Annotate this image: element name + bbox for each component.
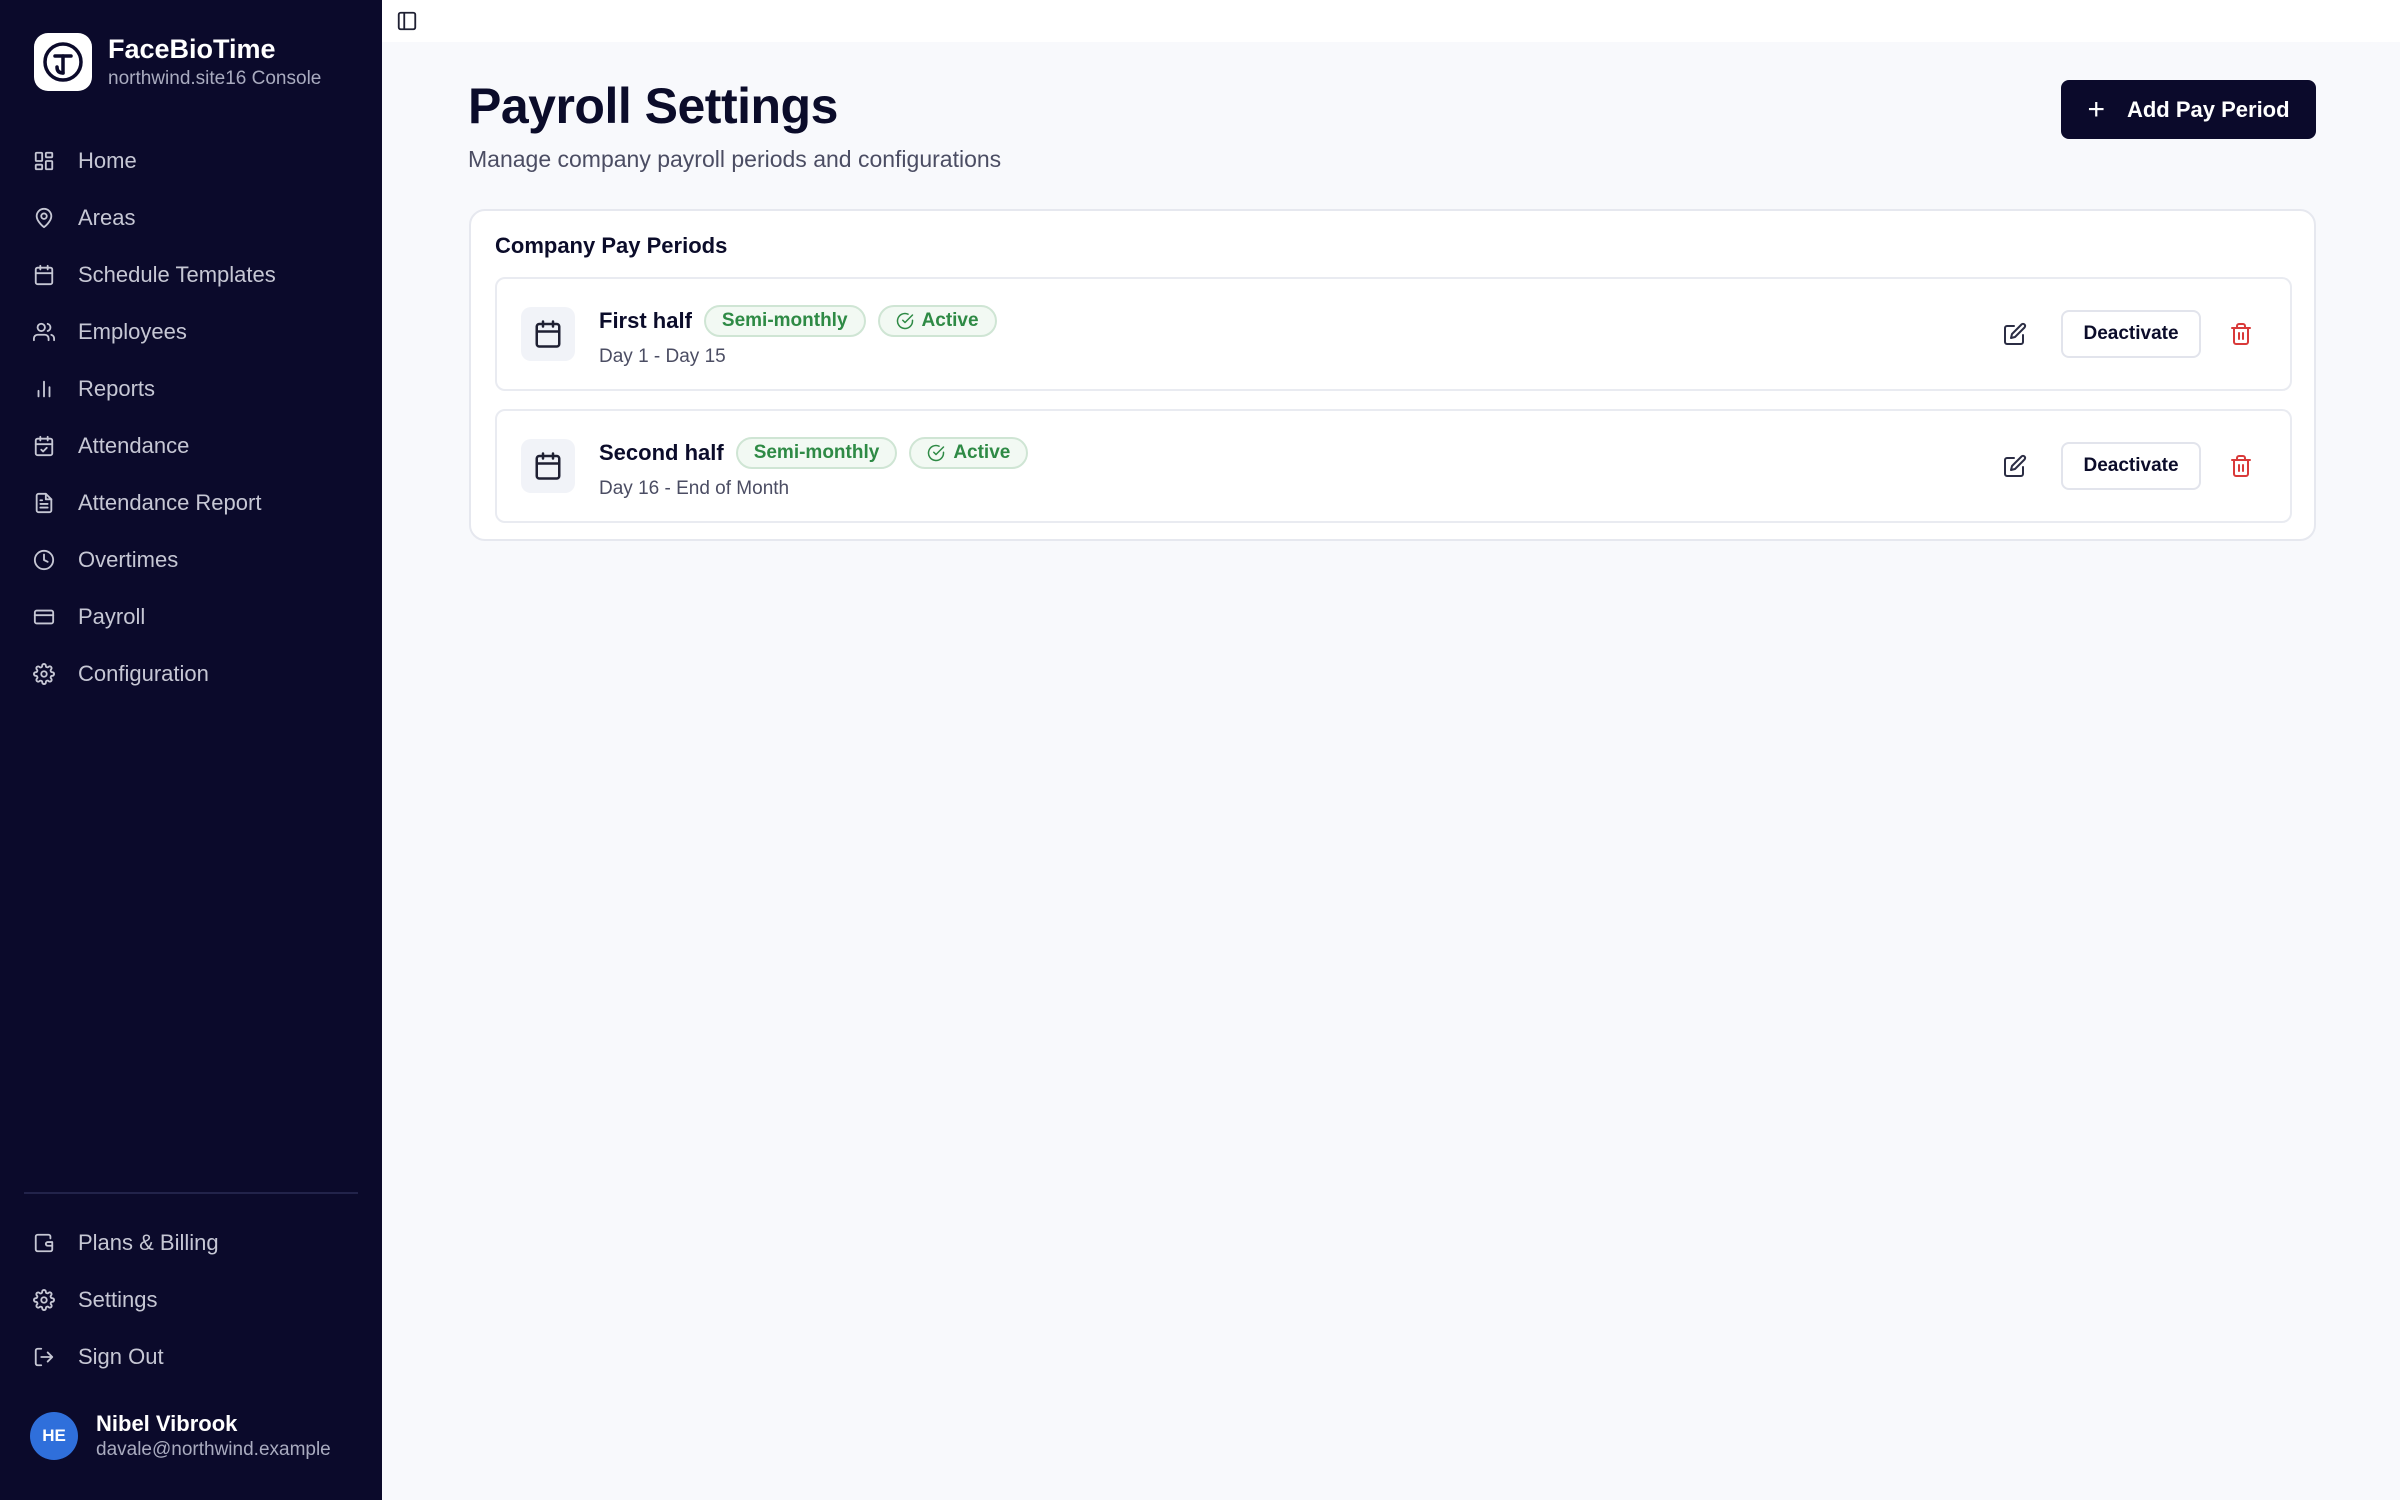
status-label: Active — [921, 310, 979, 331]
pay-period-name: Second half — [599, 440, 724, 465]
pay-period-name: First half — [599, 308, 692, 333]
status-label: Active — [953, 442, 1011, 463]
sidebar-item-settings[interactable]: Settings — [24, 1271, 358, 1328]
log-out-icon — [32, 1345, 56, 1369]
delete-button[interactable] — [2224, 449, 2258, 483]
sidebar-item-label: Attendance — [78, 432, 190, 458]
add-pay-period-label: Add Pay Period — [2126, 96, 2290, 122]
check-circle-icon — [927, 444, 945, 462]
pay-periods-card: Company Pay Periods First half Semi-mont… — [469, 209, 2316, 541]
deactivate-button[interactable]: Deactivate — [2061, 442, 2201, 490]
sidebar-item-label: Configuration — [78, 660, 209, 686]
sidebar-item-attendance-report[interactable]: Attendance Report — [24, 474, 358, 531]
credit-card-icon — [32, 605, 56, 629]
sidebar-item-reports[interactable]: Reports — [24, 360, 358, 417]
plus-icon: + — [2087, 92, 2105, 126]
sidebar-item-label: Sign Out — [78, 1343, 164, 1369]
user-email: davale@northwind.example — [96, 1439, 331, 1460]
pay-period-range: Day 1 - Day 15 — [599, 346, 726, 367]
pay-period-row: First half Semi-monthly Active Day 1 - D… — [495, 277, 2292, 391]
trash-icon — [2231, 455, 2251, 477]
wallet-icon — [32, 1231, 56, 1255]
sidebar-toggle-button[interactable] — [394, 8, 420, 34]
brand[interactable]: FaceBioTime northwind.site16 Console — [34, 32, 321, 92]
user-name: Nibel Vibrook — [96, 1411, 238, 1436]
sidebar-item-payroll[interactable]: Payroll — [24, 588, 358, 645]
status-badge: Active — [877, 305, 997, 337]
sidebar-item-label: Plans & Billing — [78, 1229, 219, 1255]
page-title: Payroll Settings — [468, 78, 838, 134]
clock-icon — [32, 548, 56, 572]
edit-icon — [2004, 322, 2027, 345]
sidebar-item-overtimes[interactable]: Overtimes — [24, 531, 358, 588]
calendar-icon — [521, 439, 575, 493]
delete-button[interactable] — [2224, 317, 2258, 351]
status-badge: Active — [909, 437, 1029, 469]
sidebar-nav: Home Areas Schedule Templates Employees … — [24, 132, 358, 702]
sidebar-item-areas[interactable]: Areas — [24, 189, 358, 246]
calendar-icon — [521, 307, 575, 361]
topbar — [382, 0, 2400, 42]
sidebar-item-configuration[interactable]: Configuration — [24, 645, 358, 702]
brand-subtitle: northwind.site16 Console — [108, 68, 322, 89]
sidebar-divider — [24, 1192, 358, 1194]
sidebar-item-label: Payroll — [78, 603, 146, 629]
sidebar-item-plans-billing[interactable]: Plans & Billing — [24, 1214, 358, 1271]
bar-chart-icon — [32, 377, 56, 401]
trash-icon — [2231, 323, 2251, 345]
avatar: HE — [30, 1412, 78, 1460]
sidebar-item-label: Employees — [78, 318, 187, 344]
page-subtitle: Manage company payroll periods and confi… — [468, 146, 1002, 172]
pay-period-row: Second half Semi-monthly Active Day 16 -… — [495, 409, 2292, 523]
edit-button[interactable] — [1998, 449, 2032, 483]
user-profile[interactable]: HE Nibel Vibrook davale@northwind.exampl… — [30, 1410, 331, 1462]
brand-logo-icon — [34, 33, 92, 91]
brand-name: FaceBioTime — [108, 34, 276, 64]
gear-icon — [32, 1288, 56, 1312]
map-pin-icon — [32, 206, 56, 230]
sidebar-item-label: Areas — [78, 204, 136, 230]
add-pay-period-button[interactable]: + Add Pay Period — [2061, 80, 2316, 139]
sidebar-item-label: Schedule Templates — [78, 261, 276, 287]
grid-icon — [32, 149, 56, 173]
sidebar-item-schedule-templates[interactable]: Schedule Templates — [24, 246, 358, 303]
panel-left-icon — [397, 11, 417, 31]
file-text-icon — [32, 491, 56, 515]
calendar-icon — [32, 263, 56, 287]
edit-icon — [2004, 454, 2027, 477]
period-type-badge: Semi-monthly — [703, 305, 866, 337]
users-icon — [32, 320, 56, 344]
sidebar-item-sign-out[interactable]: Sign Out — [24, 1328, 358, 1385]
sidebar-item-label: Home — [78, 147, 137, 173]
calendar-check-icon — [32, 434, 56, 458]
check-circle-icon — [896, 312, 914, 330]
sidebar-item-label: Attendance Report — [78, 489, 262, 515]
card-title: Company Pay Periods — [495, 233, 728, 258]
pay-period-range: Day 16 - End of Month — [599, 478, 790, 499]
sidebar-bottom-nav: Plans & Billing Settings Sign Out — [24, 1214, 358, 1385]
sidebar-item-label: Settings — [78, 1286, 158, 1312]
gear-icon — [32, 662, 56, 686]
period-type-badge: Semi-monthly — [735, 437, 898, 469]
deactivate-button[interactable]: Deactivate — [2061, 310, 2201, 358]
sidebar-item-label: Reports — [78, 375, 156, 401]
edit-button[interactable] — [1998, 317, 2032, 351]
sidebar-item-label: Overtimes — [78, 546, 179, 572]
sidebar-item-home[interactable]: Home — [24, 132, 358, 189]
sidebar-item-employees[interactable]: Employees — [24, 303, 358, 360]
sidebar-item-attendance[interactable]: Attendance — [24, 417, 358, 474]
sidebar: FaceBioTime northwind.site16 Console Hom… — [0, 0, 382, 1500]
